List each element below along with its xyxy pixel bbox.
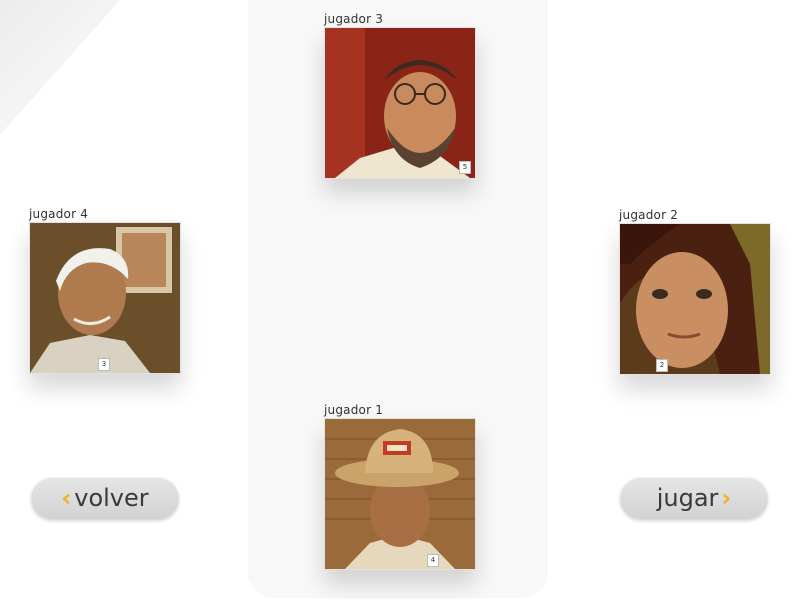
chevron-left-icon: ‹ [61,484,72,512]
back-button-label: volver [74,484,149,512]
player-label: jugador 3 [324,12,384,26]
player-photo-card[interactable]: 5 [324,27,476,179]
player-badge: 4 [427,554,439,567]
player-seat-3: jugador 3 5 [324,11,476,179]
bearded-man-photo [325,28,475,178]
player-seat-2: jugador 2 2 [619,207,771,375]
elderly-man-photo [30,223,180,373]
player-seat-4: jugador 4 3 [29,206,181,374]
young-woman-photo [620,224,770,374]
player-badge: 5 [459,161,471,174]
player-badge: 3 [98,358,110,371]
player-photo-card[interactable]: 3 [29,222,181,374]
player-label: jugador 1 [324,403,384,417]
player-seat-1: jugador 1 4 [324,402,476,570]
player-badge: 2 [656,359,668,372]
man-straw-hat-photo [325,419,475,569]
chevron-right-icon: › [721,484,732,512]
player-photo-card[interactable]: 4 [324,418,476,570]
play-button[interactable]: jugar › [620,477,768,519]
play-button-label: jugar [656,484,719,512]
back-button[interactable]: ‹ volver [31,477,179,519]
player-photo-card[interactable]: 2 [619,223,771,375]
player-label: jugador 2 [619,208,679,222]
corner-decoration [0,0,120,135]
player-label: jugador 4 [29,207,89,221]
